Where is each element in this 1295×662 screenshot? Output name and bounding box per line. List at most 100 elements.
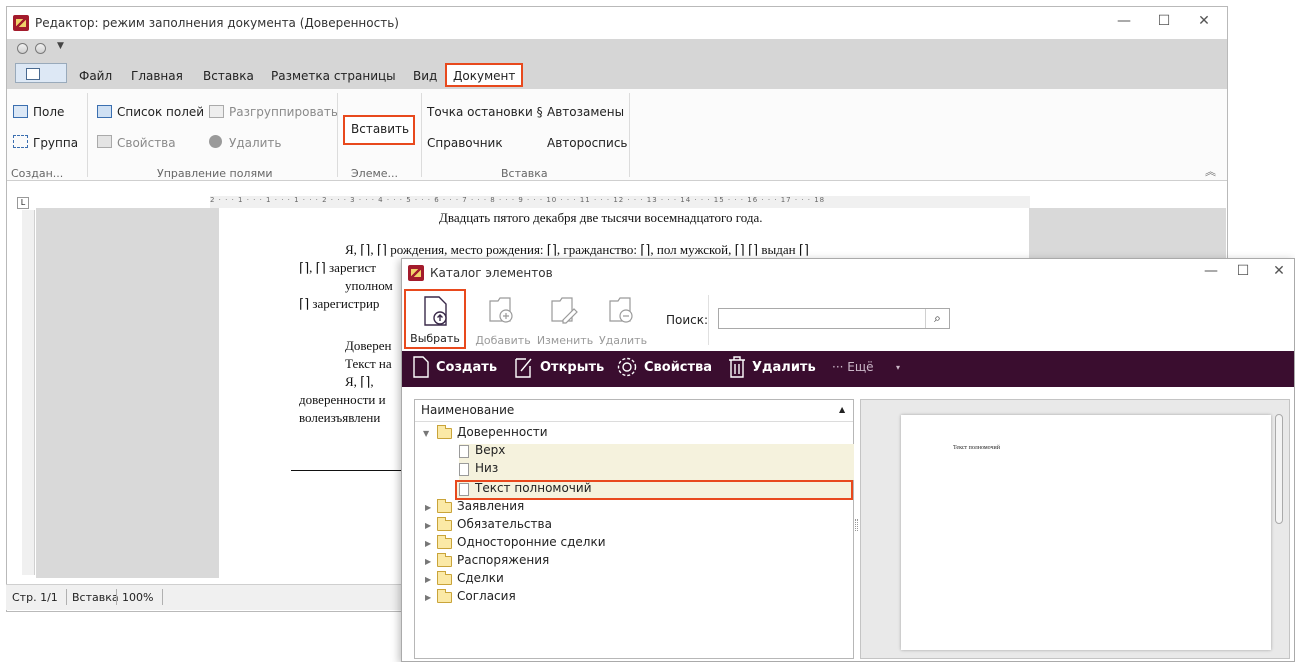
breakpoint-button[interactable]: Точка остановки § (427, 105, 543, 119)
tree-item-folder[interactable]: Сделки (457, 571, 504, 585)
tab-view[interactable]: Вид (413, 69, 437, 83)
tree-item-doc[interactable]: Низ (475, 461, 498, 475)
delete-label: Удалить (598, 334, 648, 347)
preview-scrollbar[interactable] (1275, 414, 1283, 524)
delete-button[interactable]: Удалить (592, 289, 654, 349)
collapse-ribbon-icon[interactable]: ︽ (1205, 163, 1216, 179)
collapsed-arrow-icon[interactable]: ▶ (425, 503, 431, 512)
collapsed-arrow-icon[interactable]: ▶ (425, 521, 431, 530)
autoreplace-button[interactable]: Автозамены (547, 105, 624, 119)
preview-page: Текст полномочий (901, 415, 1271, 650)
tab-home[interactable]: Главная (131, 69, 183, 83)
create-button[interactable]: Создать (436, 360, 497, 375)
doc-line: Я, ⌈⌉, (345, 374, 374, 389)
document-icon (459, 445, 469, 458)
folder-icon (437, 499, 452, 513)
status-page: Стр. 1/1 (12, 591, 58, 604)
collapsed-arrow-icon[interactable]: ▶ (425, 557, 431, 566)
open-button[interactable]: Открыть (540, 360, 604, 375)
tree-header[interactable]: Наименование ▲ (415, 400, 853, 422)
redo-icon[interactable] (35, 43, 46, 54)
catalog-tree: Наименование ▲ ▼ Доверенности Верх Низ Т… (414, 399, 854, 659)
delete-button[interactable]: Удалить (229, 136, 282, 150)
search-icon[interactable]: ⌕ (925, 309, 949, 328)
ruler-scale: 2 · · · 1 · · · 1 · · · 1 · · · 2 · · · … (210, 196, 826, 204)
customize-qat-icon[interactable]: ▼ (57, 41, 64, 51)
status-separator (162, 589, 163, 605)
tree-item-folder[interactable]: Доверенности (457, 425, 548, 439)
expand-arrow-icon[interactable]: ▼ (423, 429, 429, 438)
select-button[interactable]: Выбрать (404, 289, 466, 349)
catalog-minimize-button[interactable]: — (1196, 263, 1226, 279)
ungroup-button[interactable]: Разгруппировать (229, 105, 338, 119)
collapsed-arrow-icon[interactable]: ▶ (425, 539, 431, 548)
properties-action-button[interactable]: Свойства (644, 360, 712, 375)
field-button[interactable]: Поле (33, 105, 64, 119)
delete-action-button[interactable]: Удалить (752, 360, 816, 375)
horizontal-ruler[interactable]: 2 · · · 1 · · · 1 · · · 1 · · · 2 · · · … (210, 196, 1030, 208)
create-icon (413, 356, 429, 378)
tab-insert[interactable]: Вставка (203, 69, 254, 83)
tab-file[interactable]: Файл (79, 69, 112, 83)
row-highlight (459, 462, 854, 480)
search-input[interactable] (721, 310, 921, 327)
folder-icon (437, 517, 452, 531)
delete-folder-icon (609, 297, 633, 323)
tree-item-folder[interactable]: Заявления (457, 499, 524, 513)
edit-button[interactable]: Изменить (534, 289, 596, 349)
select-document-icon (424, 296, 447, 326)
group-separator (629, 93, 630, 177)
fields-list-button[interactable]: Список полей (117, 105, 204, 119)
catalog-toolbar: Выбрать Добавить Изменить Удалить Поиск:… (402, 287, 1294, 351)
vertical-ruler[interactable] (22, 210, 35, 575)
tree-item-folder[interactable]: Односторонние сделки (457, 535, 606, 549)
tree-item-folder[interactable]: Обязательства (457, 517, 552, 531)
tab-document[interactable]: Документ (445, 63, 524, 87)
group-separator (87, 93, 88, 177)
close-button[interactable]: ✕ (1189, 13, 1219, 29)
actions-bar: Создать Открыть Свойства Удалить ··· Ещё… (402, 351, 1294, 387)
more-button[interactable]: ··· Ещё (832, 360, 874, 374)
tab-stop-selector-icon[interactable]: L (17, 197, 29, 209)
insert-element-button[interactable]: Вставить (351, 122, 409, 136)
tree-item-folder[interactable]: Распоряжения (457, 553, 549, 567)
collapsed-arrow-icon[interactable]: ▶ (425, 575, 431, 584)
sort-ascending-icon[interactable]: ▲ (839, 405, 845, 414)
ribbon-panel: Поле Группа Список полей Разгруппировать… (7, 89, 1227, 181)
app-menu-button[interactable] (15, 63, 67, 83)
catalog-maximize-button[interactable]: ☐ (1228, 263, 1258, 279)
doc-line: ⌈⌉ зарегистрир (299, 296, 380, 311)
status-separator (116, 589, 117, 605)
tree-item-doc-selected[interactable]: Текст полномочий (475, 481, 592, 495)
autosign-button[interactable]: Автороспись (547, 136, 627, 150)
fields-list-icon (97, 105, 112, 118)
add-button[interactable]: Добавить (472, 289, 534, 349)
row-highlight (459, 444, 854, 462)
status-mode: Вставка (72, 591, 119, 604)
tab-page-layout[interactable]: Разметка страницы (271, 69, 396, 83)
tree-item-doc[interactable]: Верх (475, 443, 505, 457)
properties-button[interactable]: Свойства (117, 136, 176, 150)
status-zoom[interactable]: 100% (122, 591, 153, 604)
undo-icon[interactable] (17, 43, 28, 54)
edit-label: Изменить (536, 334, 594, 347)
group-label-create: Создан... (11, 167, 64, 180)
status-separator (66, 589, 67, 605)
group-separator (421, 93, 422, 177)
maximize-button[interactable]: ☐ (1149, 13, 1179, 29)
tree-item-folder[interactable]: Согласия (457, 589, 516, 603)
catalog-title: Каталог элементов (430, 266, 553, 280)
folder-icon (437, 535, 452, 549)
search-label: Поиск: (666, 313, 709, 327)
group-icon (13, 135, 28, 148)
collapsed-arrow-icon[interactable]: ▶ (425, 593, 431, 602)
catalog-close-button[interactable]: ✕ (1264, 263, 1294, 279)
editor-titlebar: Редактор: режим заполнения документа (До… (7, 7, 1227, 39)
trash-icon (729, 356, 745, 378)
properties-icon (97, 135, 112, 148)
group-label-fields: Управление полями (157, 167, 273, 180)
splitter-handle[interactable] (855, 519, 858, 531)
group-button[interactable]: Группа (33, 136, 78, 150)
minimize-button[interactable]: — (1109, 13, 1139, 29)
reference-button[interactable]: Справочник (427, 136, 503, 150)
